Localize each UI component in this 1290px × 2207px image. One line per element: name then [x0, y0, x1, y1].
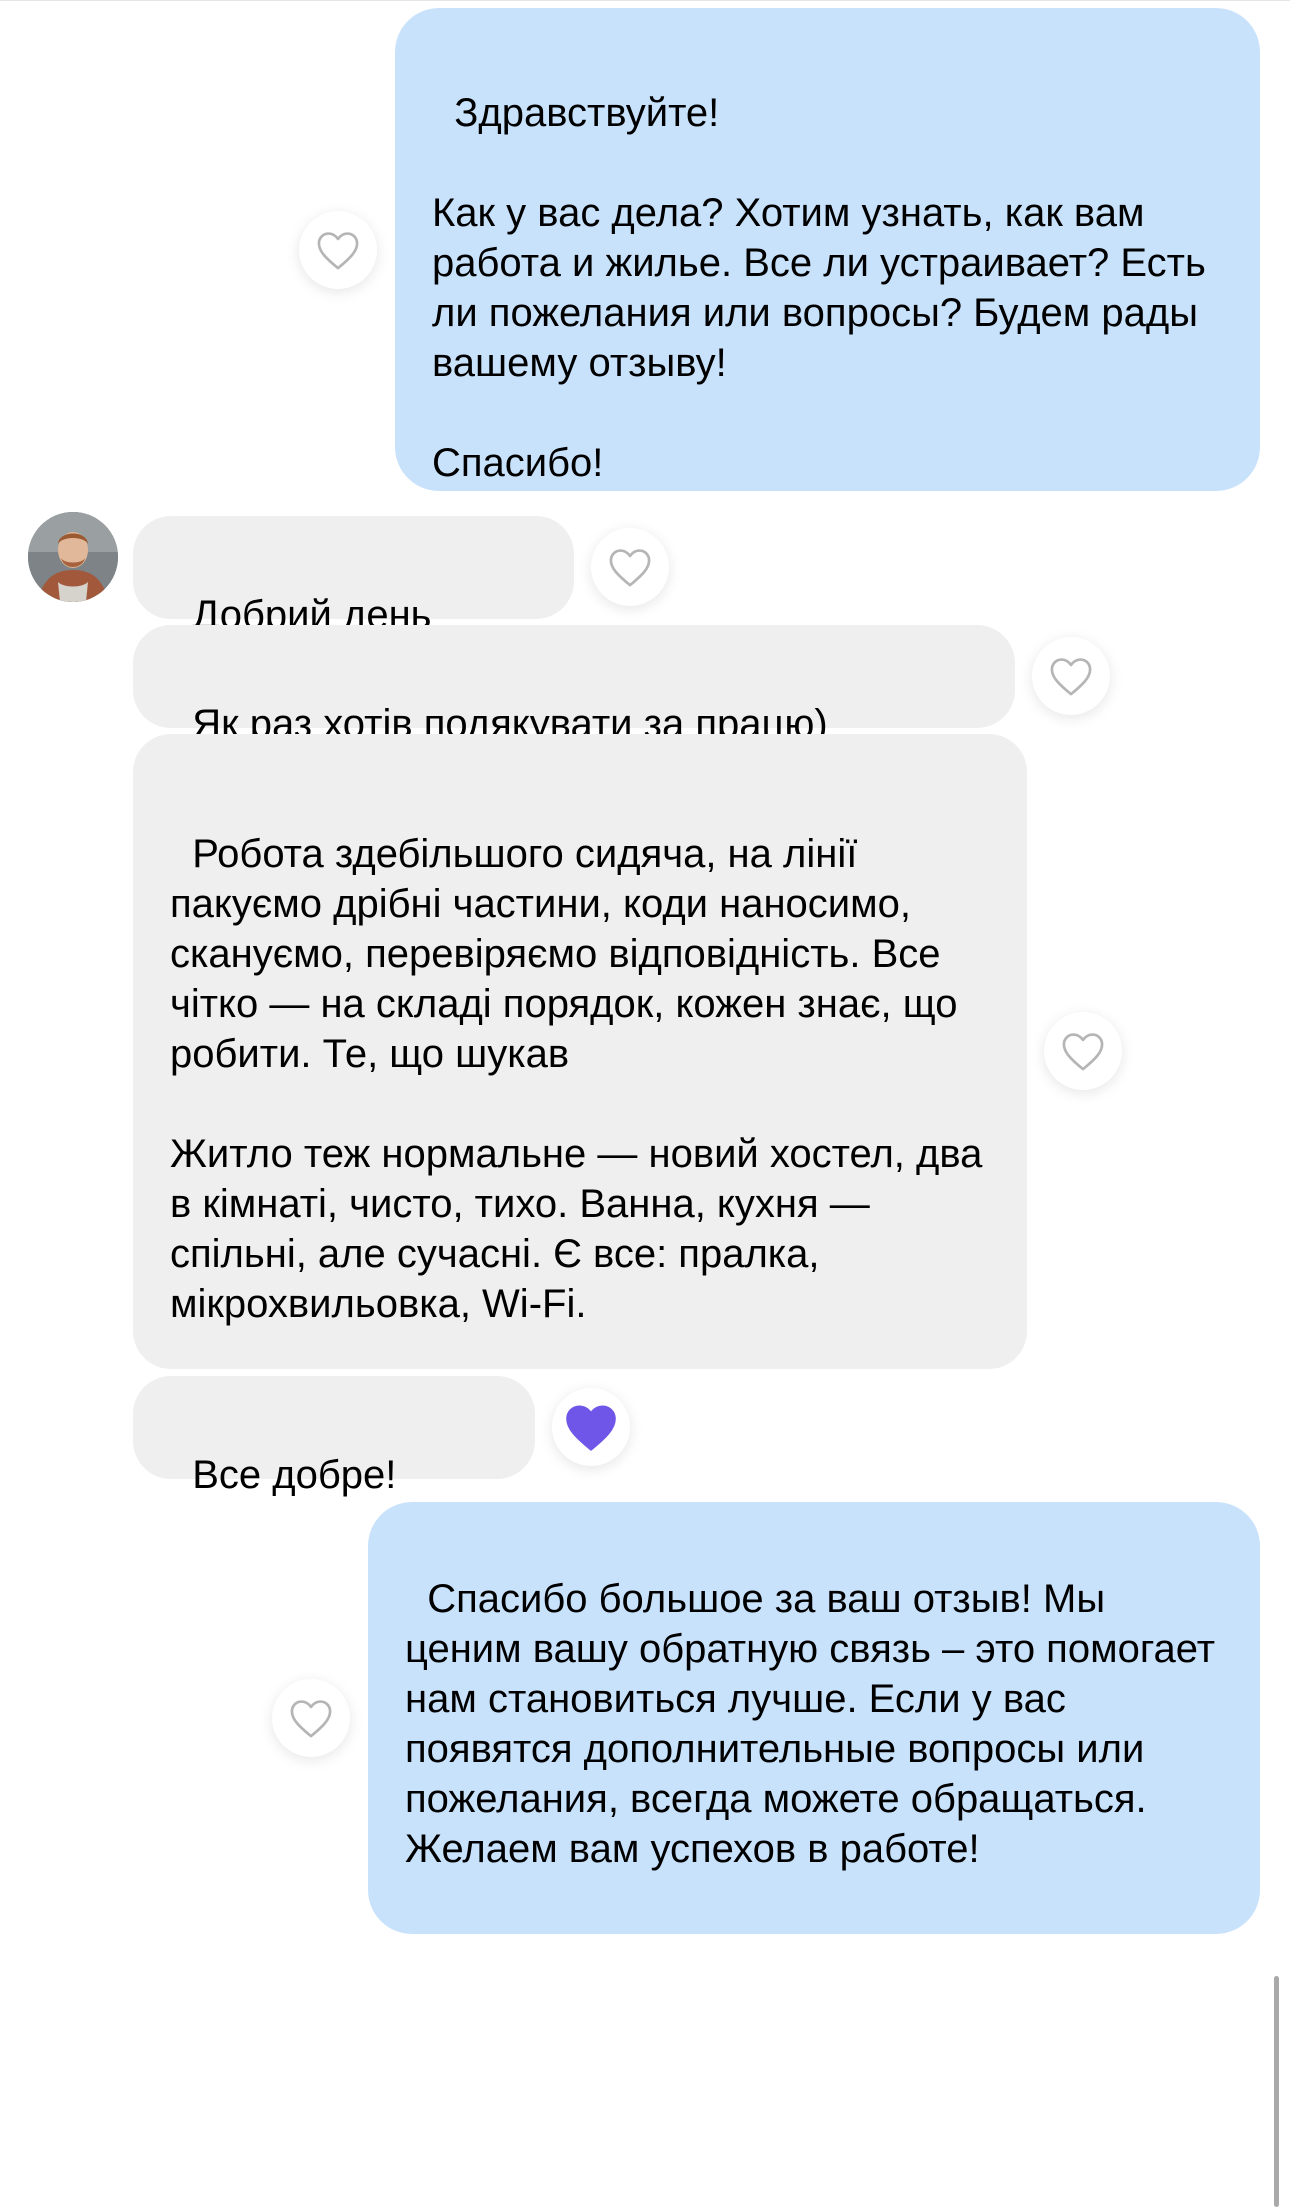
incoming-message[interactable]: Добрий день	[133, 516, 574, 637]
incoming-message[interactable]: Робота здебільшого сидяча, на лінії паку…	[133, 734, 1027, 1369]
message-text: Все добре!	[192, 1453, 397, 1497]
like-button[interactable]	[272, 1679, 350, 1757]
like-button[interactable]	[299, 211, 377, 289]
like-button-active[interactable]	[552, 1388, 630, 1466]
message-text: Робота здебільшого сидяча, на лінії паку…	[170, 832, 983, 1326]
outgoing-message-reply[interactable]: Спасибо большое за ваш отзыв! Мы ценим в…	[368, 1502, 1260, 1934]
message-text: Спасибо большое за ваш отзыв! Мы ценим в…	[405, 1577, 1227, 1871]
heart-outline-icon	[288, 1697, 334, 1739]
avatar-photo	[28, 512, 118, 602]
outgoing-message-greeting[interactable]: Здравствуйте! Как у вас дела? Хотим узна…	[395, 8, 1260, 491]
like-button[interactable]	[1032, 637, 1110, 715]
heart-outline-icon	[1048, 655, 1094, 697]
avatar[interactable]	[28, 512, 118, 602]
heart-outline-icon	[315, 229, 361, 271]
scrollbar[interactable]	[1274, 1976, 1279, 2207]
like-button[interactable]	[591, 528, 669, 606]
top-divider	[0, 0, 1290, 1]
like-button[interactable]	[1044, 1012, 1122, 1090]
message-text: Здравствуйте! Как у вас дела? Хотим узна…	[432, 91, 1206, 485]
heart-filled-icon	[562, 1401, 620, 1453]
heart-outline-icon	[1060, 1030, 1106, 1072]
incoming-message[interactable]: Як раз хотів подякувати за працю)	[133, 625, 1015, 746]
heart-outline-icon	[607, 546, 653, 588]
incoming-message[interactable]: Все добре!	[133, 1376, 535, 1497]
